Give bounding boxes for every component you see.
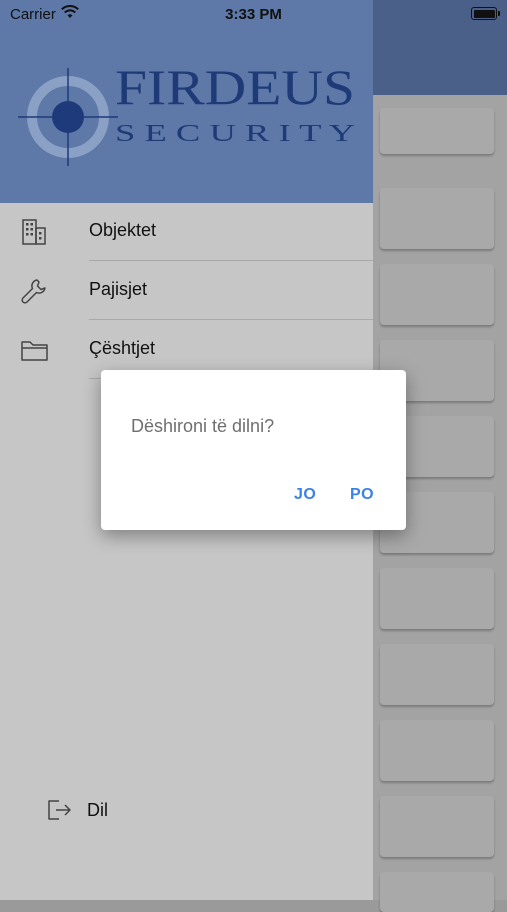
battery-icon (471, 7, 500, 20)
logout-confirm-dialog: Dëshironi të dilni? JO PO (101, 370, 406, 530)
status-bar: Carrier 3:33 PM (0, 0, 507, 28)
clock-label: 3:33 PM (225, 6, 282, 23)
no-button[interactable]: JO (294, 486, 316, 504)
yes-button[interactable]: PO (350, 486, 374, 504)
dialog-message: Dëshironi të dilni? (131, 416, 275, 436)
